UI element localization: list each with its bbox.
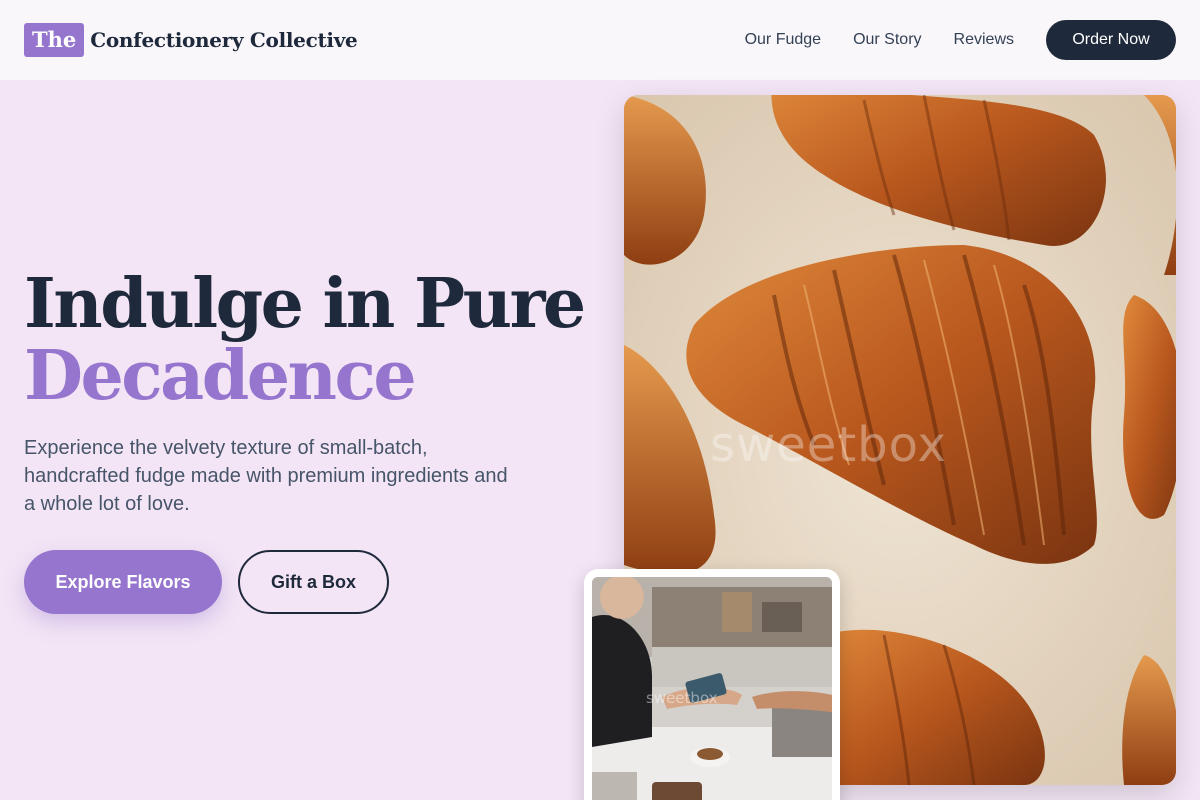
nav-link-our-fudge[interactable]: Our Fudge [745,31,821,49]
top-navbar: The Confectionery Collective Our Fudge O… [0,0,1200,80]
nav-link-our-story[interactable]: Our Story [853,31,921,49]
nav-links: Our Fudge Our Story Reviews Order Now [745,20,1176,60]
hero-title-line1: Indulge in Pure [24,264,586,344]
hero-description: Experience the velvety texture of small-… [24,437,508,515]
explore-flavors-button[interactable]: Explore Flavors [24,550,222,614]
gift-a-box-button[interactable]: Gift a Box [238,550,389,614]
logo-badge: The [24,23,85,57]
inset-cafe-image: sweetbox [592,577,832,800]
cafe-illustration [592,577,832,800]
nav-link-reviews[interactable]: Reviews [954,31,1014,49]
inset-photo-card: sweetbox [584,569,840,800]
order-now-button[interactable]: Order Now [1046,20,1176,60]
brand-logo[interactable]: The Confectionery Collective [24,23,358,57]
hero-title-accent: Decadence [24,336,417,416]
brand-name: Confectionery Collective [90,28,358,52]
hero-title: Indulge in Pure Decadence [24,268,604,412]
